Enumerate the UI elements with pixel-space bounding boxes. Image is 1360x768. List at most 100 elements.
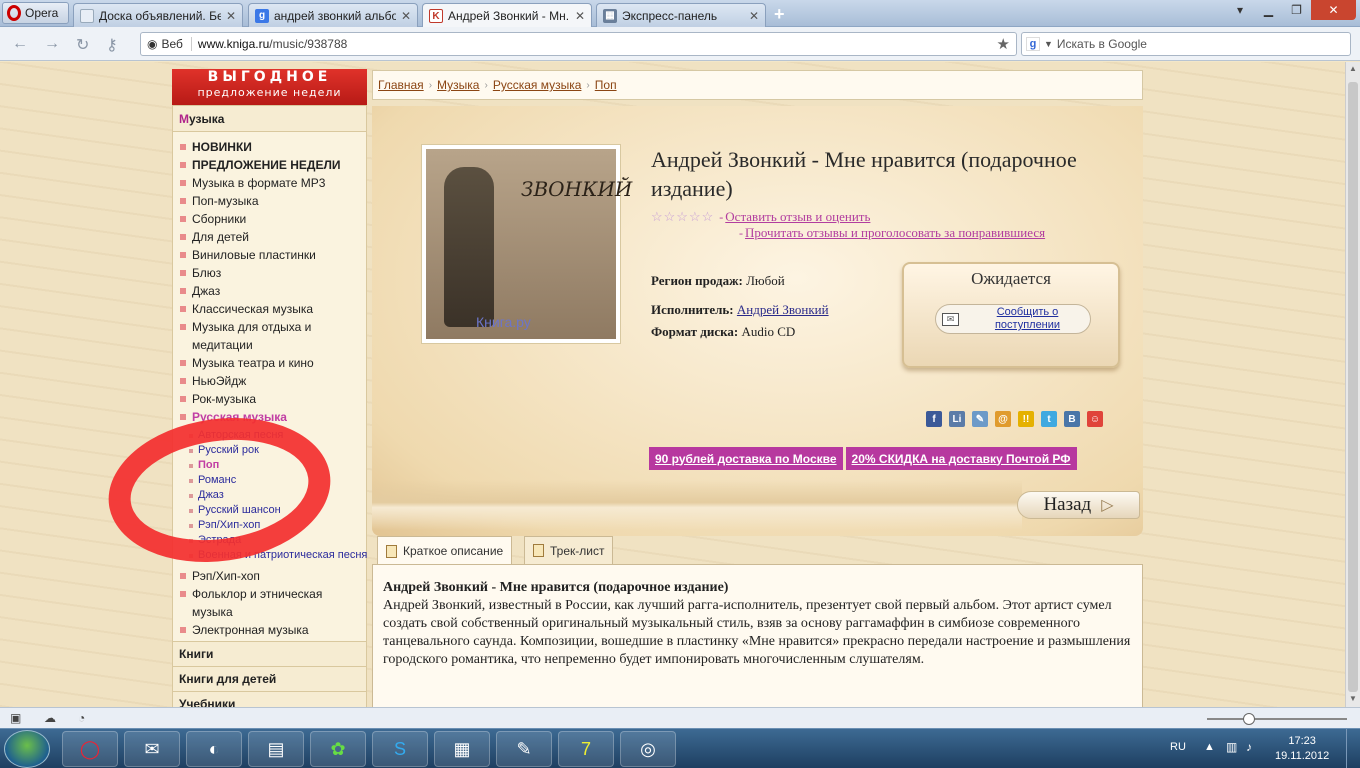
minimize-button[interactable]: ▁ xyxy=(1255,0,1282,20)
subitem-russian-rock[interactable]: Русский рок xyxy=(173,443,366,458)
show-desktop-button[interactable] xyxy=(1346,729,1360,768)
back-icon[interactable]: ← xyxy=(12,35,28,53)
search-box[interactable]: g ▼ Искать в Google xyxy=(1021,32,1351,56)
volume-icon[interactable]: ♪ xyxy=(1246,740,1252,754)
leave-review-link[interactable]: Оставить отзыв и оценить xyxy=(725,209,870,224)
sidebar-item-classical[interactable]: Классическая музыка xyxy=(173,300,366,318)
subitem-jazz[interactable]: Джаз xyxy=(173,488,366,503)
album-cover-image[interactable]: ЗВОНКИЙ Книга.ру xyxy=(421,144,632,344)
sidebar-item-rock[interactable]: Рок-музыка xyxy=(173,390,366,408)
taskbar-calculator-icon[interactable]: ▦ xyxy=(434,731,490,767)
tabs-menu-icon[interactable]: ▾ xyxy=(1228,0,1252,20)
breadcrumb-home[interactable]: Главная xyxy=(378,78,424,92)
restore-button[interactable]: ❐ xyxy=(1283,0,1310,20)
tab-ads[interactable]: Доска объявлений. Бе... ✕ xyxy=(73,3,243,27)
sidebar-item-jazz[interactable]: Джаз xyxy=(173,282,366,300)
google-search-engine-icon[interactable]: g xyxy=(1026,37,1040,51)
sidebar-item-mp3[interactable]: Музыка в формате MP3 xyxy=(173,174,366,192)
taskbar-icq-icon[interactable]: ✿ xyxy=(310,731,366,767)
scroll-thumb[interactable] xyxy=(1348,82,1358,692)
tab-google-search[interactable]: g андрей звонкий альбо... ✕ xyxy=(248,3,418,27)
panel-toggle-icon[interactable]: ▣ xyxy=(10,711,21,725)
subitem-estrada[interactable]: Эстрада xyxy=(173,533,366,548)
sidebar-item-relax[interactable]: Музыка для отдыха и медитации xyxy=(173,318,366,354)
taskbar-7zip-icon[interactable]: 7 xyxy=(558,731,614,767)
web-badge[interactable]: ◉ Веб xyxy=(147,37,192,51)
close-tab-icon[interactable]: ✕ xyxy=(401,9,411,23)
odnoklassniki-icon[interactable]: ☺ xyxy=(1087,411,1103,427)
read-reviews-link[interactable]: Прочитать отзывы и проголосовать за понр… xyxy=(745,225,1045,240)
breadcrumb-russian-music[interactable]: Русская музыка xyxy=(493,78,582,92)
sidebar-item-kids[interactable]: Для детей xyxy=(173,228,366,246)
tab-tracklist[interactable]: Трек-лист xyxy=(524,536,614,564)
livejournal-icon[interactable]: ✎ xyxy=(972,411,988,427)
zoom-slider[interactable] xyxy=(1207,713,1347,725)
sidebar-item-electronic[interactable]: Электронная музыка xyxy=(173,621,366,639)
sidebar-item-russian[interactable]: Русская музыка xyxy=(173,408,366,426)
subitem-romance[interactable]: Романс xyxy=(173,473,366,488)
subitem-military[interactable]: Военная и патриотическая песня xyxy=(173,548,367,563)
taskbar-folder-icon[interactable]: ▤ xyxy=(248,731,304,767)
sidebar-section-books[interactable]: Книги xyxy=(173,641,366,666)
vkontakte-icon[interactable]: B xyxy=(1064,411,1080,427)
close-tab-icon[interactable]: ✕ xyxy=(226,9,236,23)
taskbar-paint-icon[interactable]: ✎ xyxy=(496,731,552,767)
liveinternet-icon[interactable]: Li xyxy=(949,411,965,427)
subitem-pop[interactable]: Поп xyxy=(173,458,366,473)
sidebar-item-new[interactable]: НОВИНКИ xyxy=(173,138,366,156)
delivery-moscow-link[interactable]: 90 рублей доставка по Москве xyxy=(649,447,843,470)
breadcrumb-pop[interactable]: Поп xyxy=(595,78,617,92)
twitter-icon[interactable]: t xyxy=(1041,411,1057,427)
sidebar-item-rap[interactable]: Рэп/Хип-хоп xyxy=(173,567,366,585)
tab-speed-dial[interactable]: ▦ Экспресс-панель ✕ xyxy=(596,3,766,27)
bookmark-star-icon[interactable]: ★ xyxy=(997,35,1010,53)
reload-icon[interactable]: ↻ xyxy=(76,35,89,55)
close-window-button[interactable]: ✕ xyxy=(1311,0,1356,20)
subitem-author-song[interactable]: Авторская песня xyxy=(173,428,366,443)
sidebar-item-weekly-offer[interactable]: ПРЕДЛОЖЕНИЕ НЕДЕЛИ xyxy=(173,156,366,174)
weekly-offer-banner[interactable]: ВЫГОДНОЕ предложение недели xyxy=(172,69,367,105)
chevron-down-icon[interactable]: ▼ xyxy=(1044,39,1053,49)
language-indicator[interactable]: RU xyxy=(1170,741,1186,753)
opera-menu-button[interactable]: Opera xyxy=(2,2,69,24)
scroll-down-icon[interactable]: ▼ xyxy=(1349,694,1357,703)
taskbar-chrome-icon[interactable]: ◎ xyxy=(620,731,676,767)
taskbar-mail-icon[interactable]: ✉ xyxy=(124,731,180,767)
start-button[interactable] xyxy=(4,730,50,768)
network-icon[interactable]: ▥ xyxy=(1226,740,1237,754)
page-scrollbar[interactable]: ▲ ▼ xyxy=(1345,62,1360,707)
facebook-icon[interactable]: f xyxy=(926,411,942,427)
back-button[interactable]: Назад ▷ xyxy=(1017,491,1140,519)
sidebar-item-pop[interactable]: Поп-музыка xyxy=(173,192,366,210)
taskbar-opera-icon[interactable]: ◯ xyxy=(62,731,118,767)
delivery-post-link[interactable]: 20% СКИДКА на доставку Почтой РФ xyxy=(845,447,1077,470)
sidebar-item-compilations[interactable]: Сборники xyxy=(173,210,366,228)
tab-kniga-active[interactable]: K Андрей Звонкий - Мн... ✕ xyxy=(422,3,592,28)
key-icon[interactable]: ⚷ xyxy=(106,35,118,55)
tab-short-description[interactable]: Краткое описание xyxy=(377,536,513,565)
rating-stars[interactable]: ☆☆☆☆☆ xyxy=(651,209,714,224)
taskbar-app-icon[interactable]: ◐ xyxy=(186,731,242,767)
yandex-icon[interactable]: !! xyxy=(1018,411,1034,427)
tray-expand-icon[interactable]: ▲ xyxy=(1204,741,1215,753)
turbo-icon[interactable]: ◔ xyxy=(78,711,85,725)
sidebar-heading[interactable]: Музыка xyxy=(173,106,366,132)
sidebar-item-vinyl[interactable]: Виниловые пластинки xyxy=(173,246,366,264)
breadcrumb-music[interactable]: Музыка xyxy=(437,78,479,92)
scroll-up-icon[interactable]: ▲ xyxy=(1349,64,1357,73)
sidebar-item-theatre[interactable]: Музыка театра и кино xyxy=(173,354,366,372)
cloud-icon[interactable]: ☁ xyxy=(44,711,56,725)
close-tab-icon[interactable]: ✕ xyxy=(749,9,759,23)
address-url[interactable]: www.kniga.ru/music/938788 xyxy=(198,37,347,51)
forward-icon[interactable]: → xyxy=(44,35,60,53)
mailru-icon[interactable]: @ xyxy=(995,411,1011,427)
subitem-chanson[interactable]: Русский шансон xyxy=(173,503,366,518)
system-clock[interactable]: 17:23 19.11.2012 xyxy=(1275,734,1329,764)
address-bar[interactable]: ◉ Веб www.kniga.ru/music/938788 ★ xyxy=(140,32,1017,56)
artist-link[interactable]: Андрей Звонкий xyxy=(737,302,829,317)
sidebar-section-kids-books[interactable]: Книги для детей xyxy=(173,666,366,691)
sidebar-item-newage[interactable]: НьюЭйдж xyxy=(173,372,366,390)
sidebar-item-blues[interactable]: Блюз xyxy=(173,264,366,282)
new-tab-button[interactable]: + xyxy=(774,4,785,25)
notify-button[interactable]: ✉ Сообщить о поступлении xyxy=(935,304,1091,334)
